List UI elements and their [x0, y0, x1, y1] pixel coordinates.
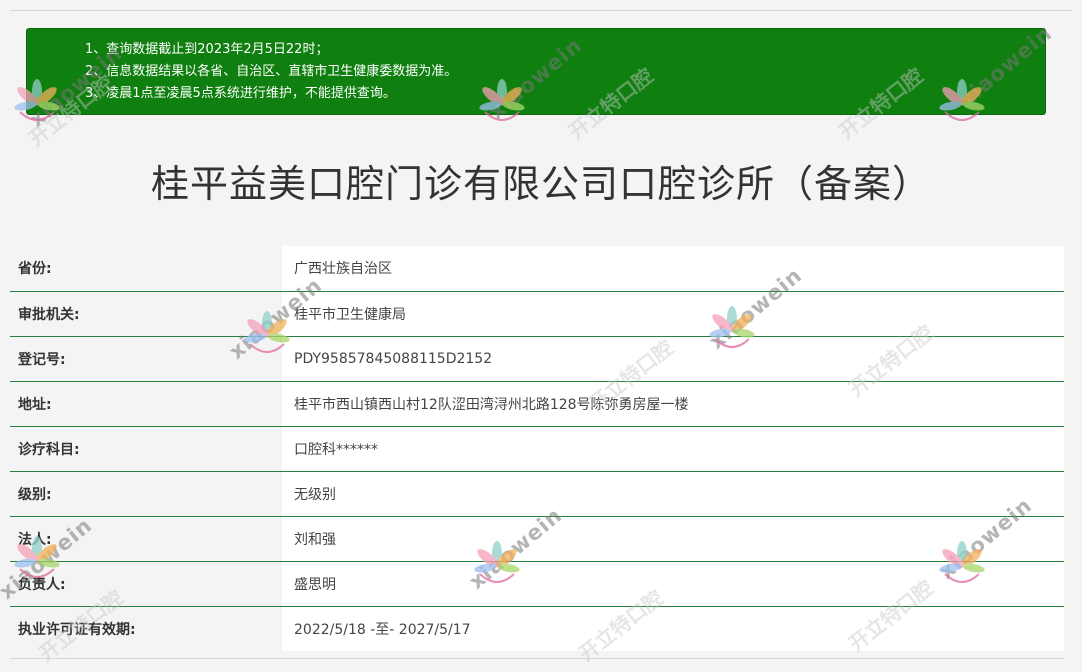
bottom-divider [10, 658, 1064, 659]
table-row: 级别: 无级别 [10, 470, 1064, 516]
watermark-flower-logo-icon [477, 78, 527, 121]
row-value-departments: 口腔科****** [282, 425, 1064, 471]
page-title: 桂平益美口腔门诊有限公司口腔诊所（备案） [150, 162, 931, 206]
row-label-level: 级别: [10, 470, 282, 516]
table-row: 诊疗科目: 口腔科****** [10, 425, 1064, 471]
watermark-flower-logo-icon [937, 78, 987, 121]
watermark-flower-logo-icon [12, 535, 62, 578]
table-row: 省份: 广西壮族自治区 [10, 246, 1064, 291]
row-value-license-validity: 2022/5/18 -至- 2027/5/17 [282, 605, 1064, 651]
top-divider [10, 10, 1072, 11]
watermark-flower-logo-icon [12, 78, 62, 121]
watermark-flower-logo-icon [472, 540, 522, 583]
row-value-level: 无级别 [282, 470, 1064, 516]
row-label-province: 省份: [10, 246, 282, 291]
table-row: 地址: 桂平市西山镇西山村12队涩田湾浔州北路128号陈弥勇房屋一楼 [10, 380, 1064, 426]
row-label-address: 地址: [10, 380, 282, 426]
watermark-flower-logo-icon [707, 305, 757, 348]
row-value-province: 广西壮族自治区 [282, 246, 1064, 291]
row-value-approval-authority: 桂平市卫生健康局 [282, 290, 1064, 336]
watermark-flower-logo-icon [937, 540, 987, 583]
row-value-address: 桂平市西山镇西山村12队涩田湾浔州北路128号陈弥勇房屋一楼 [282, 380, 1064, 426]
row-label-departments: 诊疗科目: [10, 425, 282, 471]
watermark-flower-logo-icon [242, 310, 292, 353]
